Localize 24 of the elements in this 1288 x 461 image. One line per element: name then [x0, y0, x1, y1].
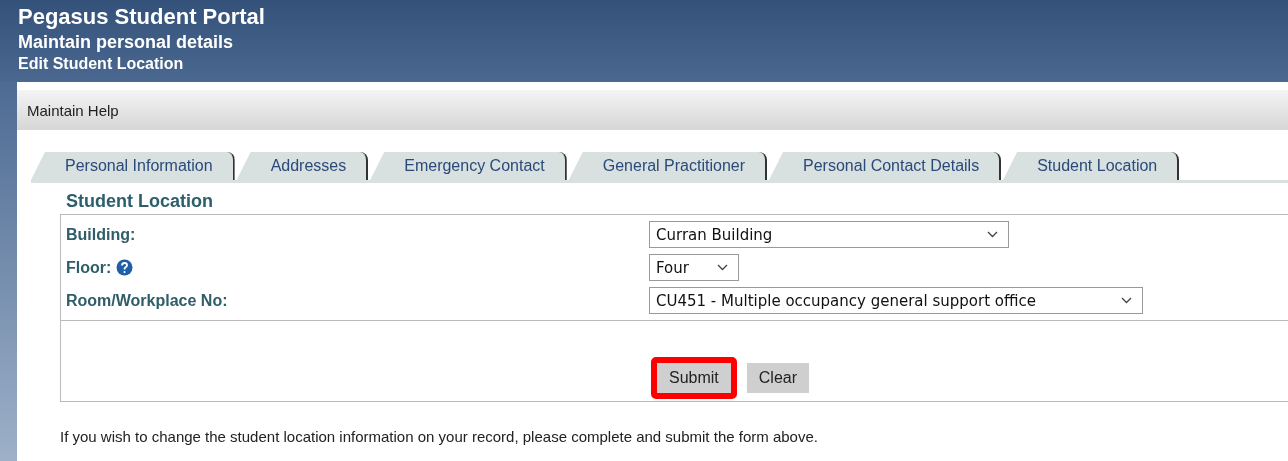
info-text: If you wish to change the student location information on your record, please complete and submit the form above.: [60, 428, 819, 445]
dropdown[interactable]: Curran Building: [649, 221, 1009, 248]
dropdown[interactable]: CU451 - Multiple occupancy general support office: [649, 287, 1143, 314]
form-button[interactable]: Clear: [746, 363, 810, 393]
field-label: Room/Workplace No:: [66, 291, 228, 310]
menu-item[interactable]: Maintain Help: [27, 101, 119, 119]
tab[interactable]: Personal Contact Details: [769, 152, 1002, 180]
tab[interactable]: Personal Information: [31, 152, 235, 180]
field-label: Building:: [66, 225, 136, 244]
tab[interactable]: General Practitioner: [568, 152, 768, 180]
tab[interactable]: Student Location: [1003, 152, 1180, 180]
dropdown[interactable]: Four: [649, 254, 739, 281]
tab[interactable]: Addresses: [236, 152, 369, 180]
page-heading: Maintain personal details: [18, 31, 235, 54]
chevron-icon: [987, 231, 998, 238]
chevron-icon: [1121, 297, 1132, 304]
tab[interactable]: Emergency Contact: [370, 152, 567, 180]
help-icon[interactable]: [116, 259, 134, 276]
chevron-icon: [717, 264, 728, 271]
page-subheading: Edit Student Location: [18, 54, 185, 74]
section-title: Student Location: [66, 191, 214, 212]
portal-title: Pegasus Student Portal: [18, 4, 266, 30]
form-button[interactable]: Submit: [657, 363, 731, 393]
field-label: Floor:: [66, 258, 112, 277]
